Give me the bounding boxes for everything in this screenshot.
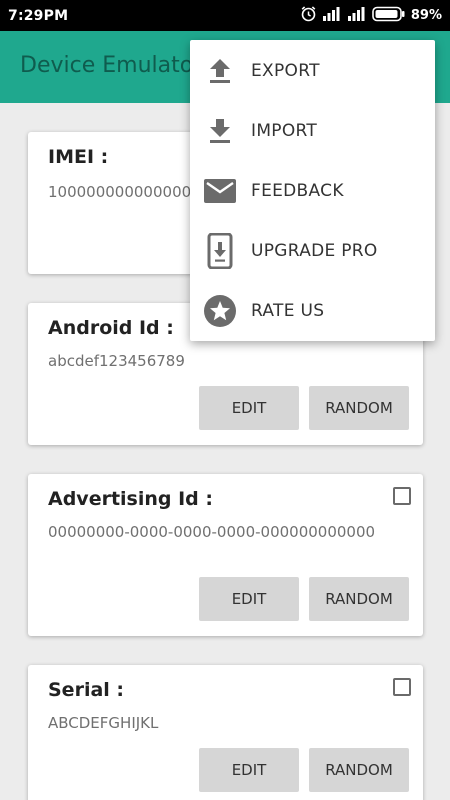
alarm-icon <box>300 5 317 26</box>
card-serial: Serial : ABCDEFGHIJKL EDIT RANDOM <box>28 665 423 800</box>
card-value: ABCDEFGHIJKL <box>48 714 159 732</box>
app-title: Device Emulator <box>20 53 203 78</box>
mail-icon <box>202 173 238 209</box>
card-title: Android Id : <box>48 317 174 339</box>
signal-icon <box>322 6 342 25</box>
menu-item-export[interactable]: EXPORT <box>190 41 435 101</box>
random-button[interactable]: RANDOM <box>309 386 409 430</box>
card-title: Serial : <box>48 679 124 701</box>
signal-icon <box>347 6 367 25</box>
select-checkbox[interactable] <box>393 678 411 696</box>
menu-item-label: FEEDBACK <box>251 181 344 201</box>
phone-download-icon <box>202 233 238 269</box>
menu-item-rate-us[interactable]: RATE US <box>190 281 435 341</box>
random-button[interactable]: RANDOM <box>309 577 409 621</box>
card-advertising-id: Advertising Id : 00000000-0000-0000-0000… <box>28 474 423 636</box>
overflow-menu: EXPORT IMPORT FEEDBACK UPGRADE PRO RATE … <box>190 40 435 341</box>
battery-percent: 89% <box>410 8 442 23</box>
status-time: 7:29PM <box>8 7 69 24</box>
card-value: abcdef123456789 <box>48 352 185 370</box>
edit-button[interactable]: EDIT <box>199 748 299 792</box>
menu-item-label: EXPORT <box>251 61 320 81</box>
edit-button[interactable]: EDIT <box>199 577 299 621</box>
card-title: IMEI : <box>48 146 109 168</box>
edit-button[interactable]: EDIT <box>199 386 299 430</box>
random-button[interactable]: RANDOM <box>309 748 409 792</box>
star-icon <box>202 293 238 329</box>
download-icon <box>202 113 238 149</box>
menu-item-upgrade-pro[interactable]: UPGRADE PRO <box>190 221 435 281</box>
status-bar: 7:29PM 89% <box>0 0 450 31</box>
screen: 7:29PM 89% Device Emulator IMEI: 100000… <box>0 0 450 800</box>
upload-icon <box>202 53 238 89</box>
battery-icon <box>372 6 406 26</box>
select-checkbox[interactable] <box>393 487 411 505</box>
menu-item-label: UPGRADE PRO <box>251 241 378 261</box>
menu-item-label: RATE US <box>251 301 325 321</box>
menu-item-label: IMPORT <box>251 121 318 141</box>
menu-item-feedback[interactable]: FEEDBACK <box>190 161 435 221</box>
menu-item-import[interactable]: IMPORT <box>190 101 435 161</box>
card-title: Advertising Id : <box>48 488 213 510</box>
status-icons: 89% <box>300 5 442 26</box>
card-value: 00000000-0000-0000-0000-000000000000 <box>48 523 376 541</box>
